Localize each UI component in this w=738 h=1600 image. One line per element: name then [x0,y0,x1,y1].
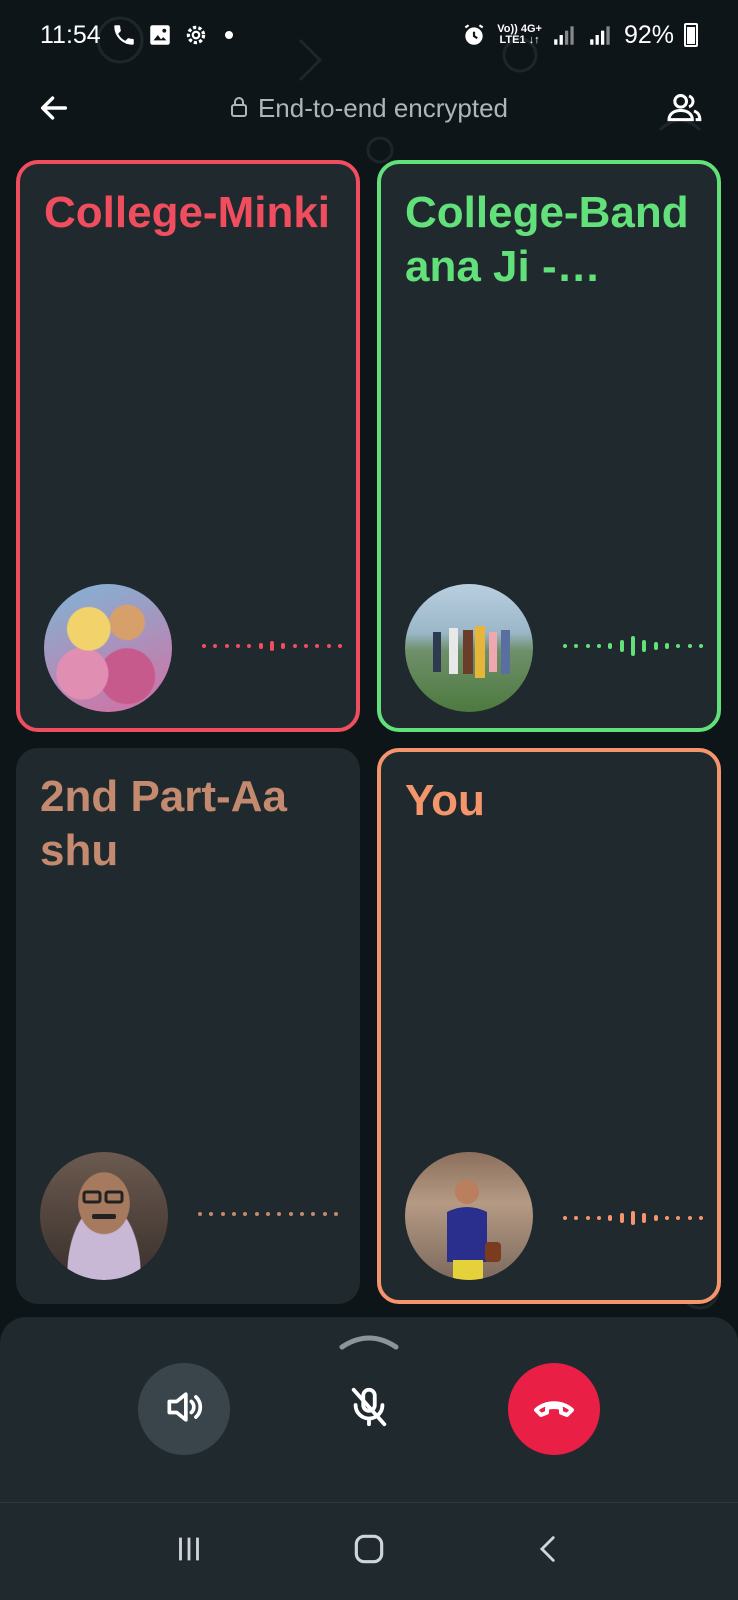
participant-tile[interactable]: 2nd Part-Aashu [16,748,360,1304]
call-header: End-to-end encrypted [0,80,738,136]
mute-button[interactable] [323,1363,415,1455]
speaker-icon [162,1385,206,1434]
signal-icon [552,22,578,48]
portrait-photo [82,1190,124,1219]
end-call-icon [530,1383,578,1436]
mic-off-icon [346,1384,392,1435]
end-call-button[interactable] [508,1363,600,1455]
battery-icon [684,23,698,47]
recents-icon[interactable] [172,1532,206,1571]
avatar [405,584,533,712]
encryption-notice[interactable]: End-to-end encrypted [230,93,508,124]
encryption-label: End-to-end encrypted [257,92,509,123]
audio-wave [198,1202,338,1226]
lock-icon [230,93,248,124]
group-photo [433,626,510,678]
network-indicator: Vo)) 4G+ LTE1 ↓↑ [497,24,542,46]
home-icon[interactable] [350,1530,388,1573]
status-right: Vo)) 4G+ LTE1 ↓↑ 92% [461,21,698,50]
participant-name: College-Minki [44,188,331,237]
participant-name: 2nd Part-Aashu [40,772,287,875]
participant-name: College-Bandana Ji -… [405,188,689,291]
avatar [44,584,172,712]
battery-percent: 92% [623,20,674,49]
participants-icon[interactable] [664,88,704,128]
avatar [405,1152,533,1280]
notification-dot-icon [224,31,233,39]
back-arrow-icon[interactable] [34,88,74,128]
speaker-button[interactable] [138,1363,230,1455]
participant-name: You [405,776,485,825]
gallery-icon [147,22,173,48]
network-bottom: LTE1 ↓↑ [499,34,540,46]
participant-tile-self[interactable]: You [377,748,721,1304]
participant-tile[interactable]: College-Bandana Ji -… [377,160,721,732]
status-time: 11:54 [40,20,101,49]
self-photo [447,1180,501,1280]
settings-icon [183,22,209,48]
alarm-icon [461,22,487,48]
audio-wave [563,1206,703,1230]
signal-icon-2 [588,22,614,48]
avatar [40,1152,168,1280]
status-left: 11:54 [40,21,233,50]
expand-handle-icon[interactable] [338,1331,400,1356]
system-navbar [0,1502,738,1600]
participant-tile[interactable]: College-Minki [16,160,360,732]
call-controls [0,1317,738,1502]
audio-wave [563,634,703,658]
back-icon[interactable] [532,1532,566,1571]
status-bar: 11:54 Vo)) 4G+ LTE1 ↓↑ 92% [0,0,738,70]
phone-call-icon [111,22,137,48]
audio-wave [202,634,342,658]
